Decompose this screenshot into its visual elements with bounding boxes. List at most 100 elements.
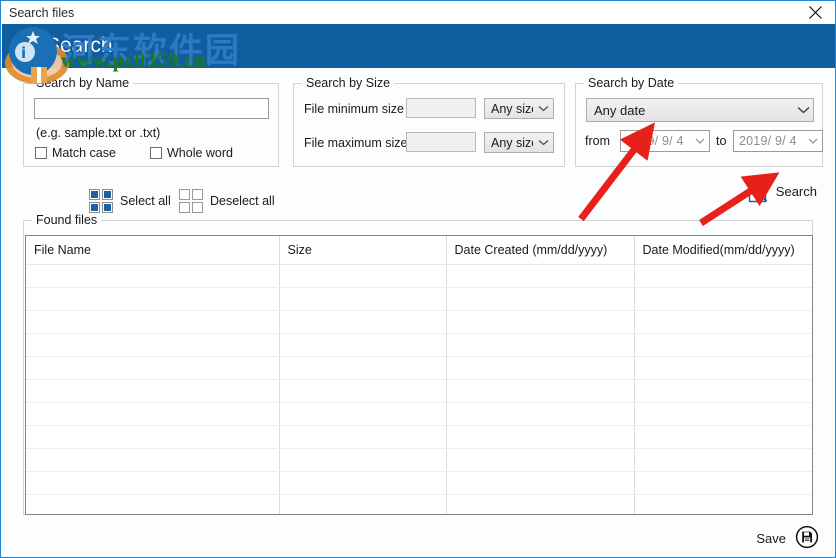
table-cell-empty[interactable] <box>634 333 812 357</box>
table-cell-empty[interactable] <box>446 494 635 514</box>
table-cell-empty[interactable] <box>634 425 812 449</box>
table-cell-empty[interactable] <box>446 333 635 357</box>
chevron-down-icon <box>691 138 709 144</box>
table-cell-empty[interactable] <box>446 310 635 334</box>
save-button[interactable]: Save <box>756 525 819 552</box>
table-cell-empty[interactable] <box>26 425 280 449</box>
file-maximum-size-unit-select[interactable]: Any size <box>484 132 554 153</box>
column-header[interactable]: Date Modified(mm/dd/yyyy) <box>634 236 812 265</box>
table-cell-empty[interactable] <box>634 471 812 495</box>
table-cell-empty[interactable] <box>279 333 447 357</box>
table-cell-empty[interactable] <box>446 471 635 495</box>
table-row-empty[interactable] <box>26 287 812 311</box>
table-cell-empty[interactable] <box>26 402 280 426</box>
table-cell-empty[interactable] <box>634 310 812 334</box>
table-cell-empty[interactable] <box>26 471 280 495</box>
search-label: Search <box>775 184 817 199</box>
found-files-table-wrap[interactable]: File Name Size Date Created (mm/dd/yyyy) Da… <box>25 235 813 515</box>
search-by-size-group: Search by Size File minimum size Any siz… <box>293 76 565 167</box>
table-cell-empty[interactable] <box>634 287 812 311</box>
table-cell-empty[interactable] <box>26 287 280 311</box>
table-cell-empty[interactable] <box>279 287 447 311</box>
date-from-label: from <box>585 134 610 148</box>
search-by-name-group: Search by Name (e.g. sample.txt or .txt)… <box>23 76 279 167</box>
table-cell-empty[interactable] <box>279 264 447 288</box>
checkbox-box-icon <box>150 147 162 159</box>
table-row-empty[interactable] <box>26 264 812 288</box>
search-by-size-legend: Search by Size <box>302 76 395 91</box>
table-cell-empty[interactable] <box>446 264 635 288</box>
close-button[interactable] <box>793 1 835 24</box>
table-cell-empty[interactable] <box>279 379 447 403</box>
date-mode-select[interactable]: Any date <box>586 98 814 122</box>
column-header[interactable]: File Name <box>26 236 280 265</box>
table-cell-empty[interactable] <box>279 402 447 426</box>
file-maximum-size-input[interactable] <box>406 132 476 152</box>
file-minimum-size-label: File minimum size <box>304 102 405 116</box>
table-row-empty[interactable] <box>26 333 812 357</box>
table-cell-empty[interactable] <box>634 264 812 288</box>
table-cell-empty[interactable] <box>634 402 812 426</box>
table-cell-empty[interactable] <box>26 356 280 380</box>
table-cell-empty[interactable] <box>26 448 280 472</box>
table-cell-empty[interactable] <box>446 402 635 426</box>
table-cell-empty[interactable] <box>446 356 635 380</box>
file-minimum-size-input[interactable] <box>406 98 476 118</box>
table-cell-empty[interactable] <box>634 494 812 514</box>
whole-word-checkbox[interactable]: Whole word <box>150 146 233 160</box>
table-row-empty[interactable] <box>26 379 812 403</box>
file-minimum-size-unit-select[interactable]: Any size <box>484 98 554 119</box>
date-from-picker[interactable]: 2019/ 9/ 4 <box>620 130 710 152</box>
select-all-button[interactable]: Select all <box>89 189 171 213</box>
document-magnifier-icon <box>746 177 770 206</box>
table-row-empty[interactable] <box>26 494 812 514</box>
table-cell-empty[interactable] <box>26 333 280 357</box>
table-cell-empty[interactable] <box>26 379 280 403</box>
chevron-down-icon <box>533 139 553 146</box>
table-cell-empty[interactable] <box>26 494 280 514</box>
date-to-picker[interactable]: 2019/ 9/ 4 <box>733 130 823 152</box>
table-row-empty[interactable] <box>26 448 812 472</box>
table-cell-empty[interactable] <box>26 310 280 334</box>
date-to-label: to <box>716 134 727 148</box>
checkbox-box-icon <box>35 147 47 159</box>
table-cell-empty[interactable] <box>279 448 447 472</box>
table-row-empty[interactable] <box>26 471 812 495</box>
table-cell-empty[interactable] <box>279 494 447 514</box>
column-header[interactable]: Date Created (mm/dd/yyyy) <box>446 236 635 265</box>
table-cell-empty[interactable] <box>279 356 447 380</box>
table-row-empty[interactable] <box>26 402 812 426</box>
file-minimum-size-unit-value: Any size <box>491 101 533 116</box>
chevron-down-icon <box>533 105 553 112</box>
table-row-empty[interactable] <box>26 425 812 449</box>
grid-empty-icon <box>179 189 203 213</box>
table-cell-empty[interactable] <box>634 356 812 380</box>
table-cell-empty[interactable] <box>279 310 447 334</box>
footer-separator <box>1 519 835 520</box>
grid-filled-icon <box>89 189 113 213</box>
search-name-input[interactable] <box>34 98 269 119</box>
table-cell-empty[interactable] <box>446 448 635 472</box>
table-cell-empty[interactable] <box>446 425 635 449</box>
table-cell-empty[interactable] <box>634 379 812 403</box>
deselect-all-button[interactable]: Deselect all <box>179 189 275 213</box>
table-cell-empty[interactable] <box>279 425 447 449</box>
chevron-down-icon <box>793 106 813 114</box>
table-cell-empty[interactable] <box>26 264 280 288</box>
select-all-label: Select all <box>120 194 171 208</box>
table-cell-empty[interactable] <box>446 379 635 403</box>
search-button[interactable]: Search <box>746 177 817 206</box>
whole-word-label: Whole word <box>167 146 233 160</box>
match-case-label: Match case <box>52 146 116 160</box>
save-label: Save <box>756 531 786 546</box>
column-header[interactable]: Size <box>279 236 447 265</box>
table-row-empty[interactable] <box>26 356 812 380</box>
match-case-checkbox[interactable]: Match case <box>35 146 116 160</box>
table-row-empty[interactable] <box>26 310 812 334</box>
table-cell-empty[interactable] <box>446 287 635 311</box>
table-cell-empty[interactable] <box>634 448 812 472</box>
table-cell-empty[interactable] <box>279 471 447 495</box>
found-files-group: Found files File Name Size Date Created (m… <box>23 213 813 515</box>
deselect-all-label: Deselect all <box>210 194 275 208</box>
window-title: Search files <box>9 6 75 20</box>
